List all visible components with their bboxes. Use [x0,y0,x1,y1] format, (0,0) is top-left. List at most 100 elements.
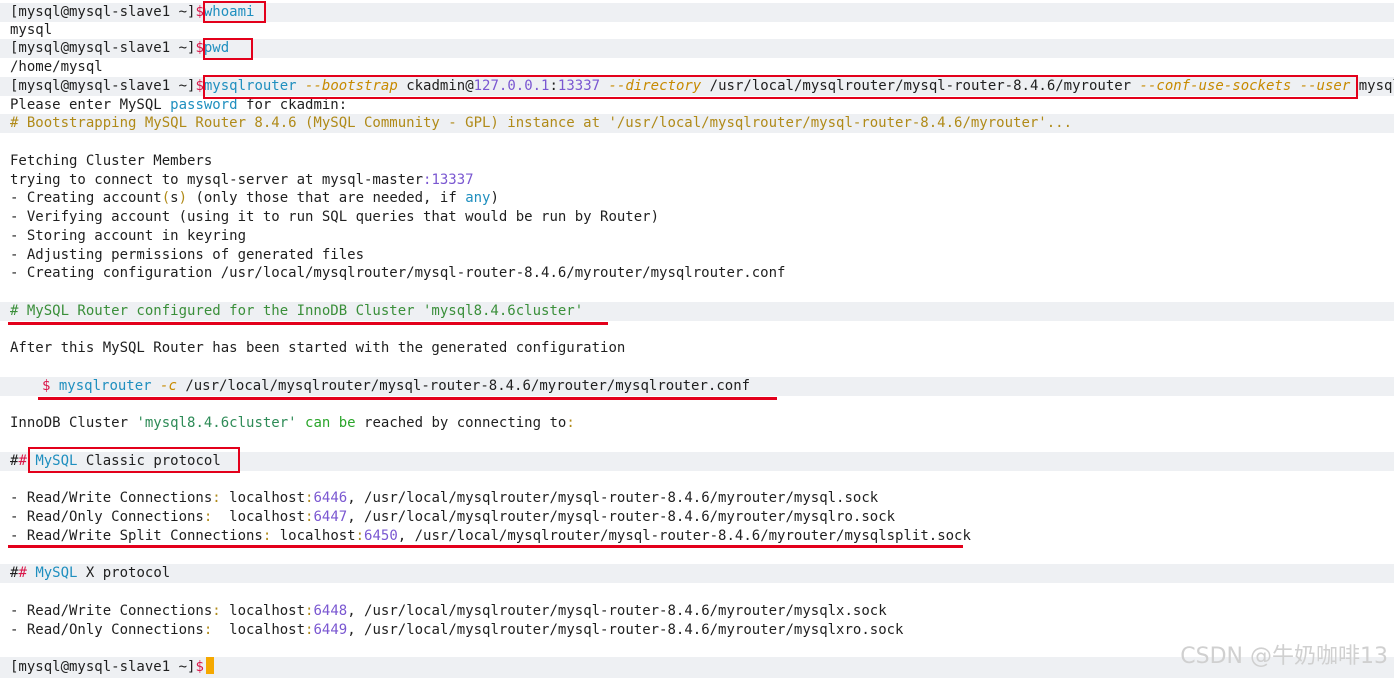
text: X protocol [77,565,171,581]
command-binary: mysqlrouter [203,78,297,94]
colon: : [212,603,221,619]
command-text: whoami [203,4,255,20]
flag-c: -c [160,378,177,394]
host: localhost [229,622,306,638]
keyword-password: password [170,97,238,113]
shell-prompt: [mysql@mysql-slave1 ~] [10,4,196,20]
bootstrapping-comment: # Bootstrapping MySQL Router 8.4.6 (MySQ… [0,114,1394,133]
text: InnoDB Cluster [10,415,137,431]
colon: : [355,528,365,544]
text: for ckadmin: [237,97,348,113]
port: 6449 [313,622,348,638]
connection-label: - Read/Write Connections [10,603,213,619]
verifying-line: - Verifying account (using it to run SQL… [10,209,660,225]
creating-accounts-line: - Creating account(s) (only those that a… [0,189,1394,208]
reached-line: InnoDB Cluster 'mysql8.4.6cluster' can b… [0,414,1394,433]
host: localhost [229,509,306,525]
classic-protocol-heading: ## MySQL Classic protocol [0,452,1394,471]
connection-row: - Read/Write Connections: localhost:6446… [0,489,1394,508]
connection-label: - Read/Only Connections [10,509,204,525]
flag-directory: --directory [608,78,702,94]
shell-prompt: [mysql@mysql-slave1 ~] [10,40,196,56]
trying-line: trying to connect to mysql-server at mys… [0,171,1394,190]
prompt-dollar: $ [195,78,204,94]
text: trying to connect to mysql-server at mys… [10,172,424,188]
fetching-line: Fetching Cluster Members [10,153,213,169]
after-line: After this MySQL Router has been started… [10,340,626,356]
port: 6450 [364,528,398,544]
text-cursor [205,657,214,674]
port: 6446 [313,490,348,506]
connection-row: - Read/Write Connections: localhost:6448… [0,602,1394,621]
command-line-whoami: [mysql@mysql-slave1 ~]$whoami [0,3,1394,22]
adjusting-line: - Adjusting permissions of generated fil… [10,247,365,263]
port: 6448 [313,603,348,619]
colon: : [212,490,221,506]
text: - Creating account [10,190,162,206]
creating-config-line: - Creating configuration /usr/local/mysq… [10,265,786,281]
flag-user: --user [1299,78,1351,94]
socket-path: , /usr/local/mysqlrouter/mysql-router-8.… [347,603,887,619]
shell-prompt: [mysql@mysql-slave1 ~] [10,78,196,94]
text: Classic protocol [77,453,221,469]
watermark: CSDN @牛奶咖啡13 [1180,644,1388,669]
prompt-dollar: $ [42,378,51,394]
text: (only those that are needed, if [187,190,466,206]
port: 13337 [431,172,474,188]
user-host: ckadmin@ [406,78,474,94]
command-line-bootstrap: [mysql@mysql-slave1 ~]$mysqlrouter --boo… [0,77,1394,96]
x-protocol-heading: ## MySQL X protocol [0,564,1394,583]
storing-line: - Storing account in keyring [10,228,247,244]
host: localhost [229,603,306,619]
socket-path: , /usr/local/mysqlrouter/mysql-router-8.… [397,528,971,544]
connection-label: - Read/Write Split Connections [10,528,263,544]
password-prompt-line: Please enter MySQL password for ckadmin: [0,96,1394,115]
paren: ) [178,190,188,206]
prompt-dollar: $ [195,659,204,675]
terminal-window[interactable]: [mysql@mysql-slave1 ~]$whoami mysql [mys… [0,0,1394,678]
connection-label: - Read/Only Connections [10,622,204,638]
host: localhost [279,528,356,544]
ip-address: 127.0.0.1 [473,78,550,94]
directory-path: /usr/local/mysqlrouter/mysql-router-8.4.… [709,78,1132,94]
output-line: /home/mysql [10,59,103,75]
connection-label: - Read/Write Connections [10,490,213,506]
keyword-mysql: MySQL [35,453,78,469]
prompt-dollar: $ [195,40,204,56]
socket-path: , /usr/local/mysqlrouter/mysql-router-8.… [347,509,896,525]
keyword-any: any [465,190,491,206]
text: s [170,190,179,206]
command-text: pwd [203,40,230,56]
keyword-mysql: MySQL [35,565,78,581]
underline-configured [8,322,608,325]
colon: : [549,78,558,94]
cluster-name: 'mysql8.4.6cluster' [136,415,297,431]
port: 6447 [313,509,348,525]
text: reached by connecting to [355,415,567,431]
flag-bootstrap: --bootstrap [305,78,398,94]
hash: # [18,453,27,469]
connection-row: - Read/Write Split Connections: localhos… [0,527,1394,546]
flag-sockets: --conf-use-sockets [1139,78,1292,94]
command-binary: mysqlrouter [58,378,152,394]
run-command-line: $ mysqlrouter -c /usr/local/mysqlrouter/… [0,377,1394,396]
prompt-dollar: $ [195,4,204,20]
shell-prompt: [mysql@mysql-slave1 ~] [10,659,196,675]
output-line: mysql [10,22,53,38]
connection-row: - Read/Only Connections: localhost:6447,… [0,508,1394,527]
colon: : [566,415,575,431]
keyword-can-be: can be [296,415,356,431]
paren: ( [161,190,171,206]
socket-path: , /usr/local/mysqlrouter/mysql-router-8.… [347,490,879,506]
host: localhost [229,490,306,506]
user-value: mysql [1358,78,1394,94]
underline-run-command [38,397,777,400]
configured-comment: # MySQL Router configured for the InnoDB… [0,302,1394,321]
port: 13337 [557,78,601,94]
command-line-pwd: [mysql@mysql-slave1 ~]$pwd [0,39,1394,58]
